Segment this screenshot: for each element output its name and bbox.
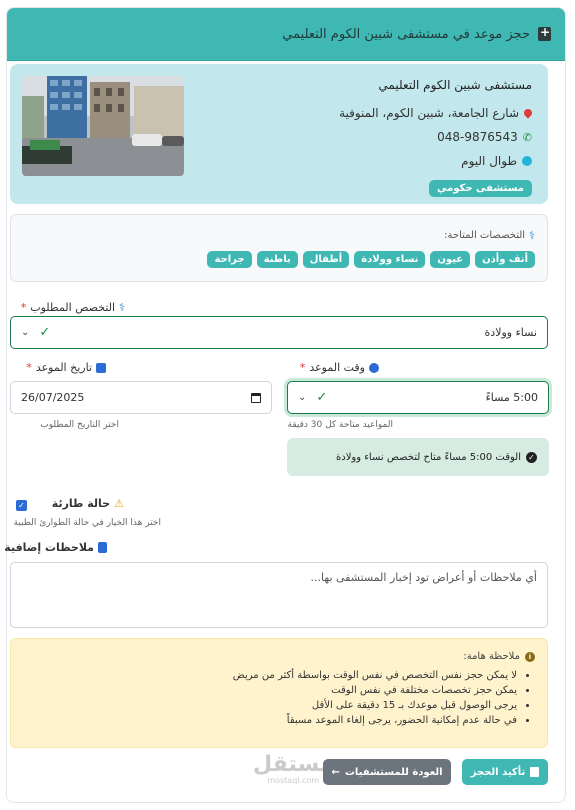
- hospital-photo: [22, 76, 184, 176]
- clock-icon: [522, 156, 532, 166]
- emergency-label: ⚠ حالة طارئة: [51, 497, 124, 510]
- emergency-checkbox[interactable]: ✓: [16, 500, 27, 511]
- confirm-button[interactable]: تأكيد الحجز: [462, 759, 548, 785]
- availability-message: ✓ الوقت 5:00 مساءً متاح لتخصص نساء وولاد…: [287, 438, 549, 476]
- notes-label: ملاحظات إضافية: [4, 541, 107, 554]
- watermark: مستقل mostaql.com: [253, 752, 334, 786]
- arrow-left-icon: ←: [331, 766, 340, 778]
- specialty-chip: باطنة: [256, 251, 298, 268]
- specialty-chip: نساء وولادة: [354, 251, 426, 268]
- chevron-down-icon: ⌄: [21, 327, 30, 338]
- specialty-chip: جراحة: [207, 251, 252, 268]
- calendar-plus-icon: [538, 25, 551, 41]
- date-input[interactable]: 26/07/2025: [10, 381, 272, 414]
- specialty-chip: عيون: [430, 251, 471, 268]
- time-value: 5:00 مساءً: [485, 391, 538, 404]
- date-hint: اختر التاريخ المطلوب: [40, 420, 119, 430]
- location-pin-icon: [522, 107, 534, 119]
- hospital-type-badge: مستشفى حكومي: [428, 180, 532, 197]
- stethoscope-icon: ⚕: [529, 229, 535, 242]
- time-label: وقت الموعد *: [300, 361, 379, 374]
- specialty-chip: أطفال: [302, 251, 350, 268]
- hospital-name: مستشفى شبين الكوم التعليمي: [378, 78, 532, 92]
- list-item: يمكن حجز تخصصات مختلفة في نفس الوقت: [23, 685, 517, 696]
- hospital-address: شارع الجامعة، شبين الكوم، المنوفية: [339, 106, 519, 120]
- specialty-label: ⚕ التخصص المطلوب *: [20, 301, 125, 314]
- clock-icon: [369, 362, 379, 373]
- back-button[interactable]: العودة للمستشفيات ←: [323, 759, 451, 785]
- important-note: i ملاحظة هامة: لا يمكن حجز نفس التخصص في…: [10, 638, 548, 748]
- chevron-down-icon: ⌄: [298, 392, 307, 403]
- specialty-value: نساء وولادة: [484, 326, 537, 339]
- info-icon: i: [525, 651, 535, 662]
- valid-check-icon: ✓: [39, 325, 51, 340]
- note-icon: [98, 542, 107, 553]
- warning-icon: ⚠: [114, 497, 124, 510]
- specialties-title: التخصصات المتاحة:: [444, 230, 526, 241]
- specialty-select[interactable]: نساء وولادة ✓ ⌄: [10, 316, 548, 349]
- calendar-check-icon: [530, 767, 540, 777]
- hospital-phone: 048-9876543: [437, 130, 518, 144]
- notes-textarea[interactable]: [10, 562, 548, 628]
- hospital-hours: طوال اليوم: [461, 154, 517, 168]
- list-item: يرجى الوصول قبل موعدك بـ 15 دقيقة على ال…: [23, 700, 517, 711]
- calendar-picker-icon[interactable]: [251, 392, 261, 403]
- hospital-info-box: مستشفى شبين الكوم التعليمي شارع الجامعة،…: [10, 64, 548, 204]
- valid-check-icon: ✓: [316, 390, 328, 405]
- list-item: لا يمكن حجز نفس التخصص في نفس الوقت بواس…: [23, 670, 517, 681]
- date-label: تاريخ الموعد *: [26, 361, 106, 374]
- phone-icon: ✆: [522, 130, 532, 144]
- calendar-icon: [96, 362, 106, 373]
- card-header: حجز موعد في مستشفى شبين الكوم التعليمي: [7, 8, 565, 61]
- check-circle-icon: ✓: [526, 451, 537, 463]
- specialty-chips: أنف وأذن عيون نساء وولادة أطفال باطنة جر…: [207, 251, 535, 268]
- specialties-box: ⚕ التخصصات المتاحة: أنف وأذن عيون نساء و…: [10, 214, 548, 282]
- time-hint: المواعيد متاحة كل 30 دقيقة: [287, 420, 393, 430]
- time-select[interactable]: 5:00 مساءً ✓ ⌄: [287, 381, 549, 414]
- emergency-hint: اختر هذا الخيار في حالة الطوارئ الطبية: [13, 518, 161, 528]
- date-value: 26/07/2025: [21, 391, 85, 404]
- list-item: في حالة عدم إمكانية الحضور، يرجى إلغاء ا…: [23, 715, 517, 726]
- specialty-chip: أنف وأذن: [475, 251, 535, 268]
- stethoscope-icon: ⚕: [119, 301, 125, 314]
- important-title: ملاحظة هامة:: [463, 651, 520, 662]
- page-title: حجز موعد في مستشفى شبين الكوم التعليمي: [282, 26, 530, 42]
